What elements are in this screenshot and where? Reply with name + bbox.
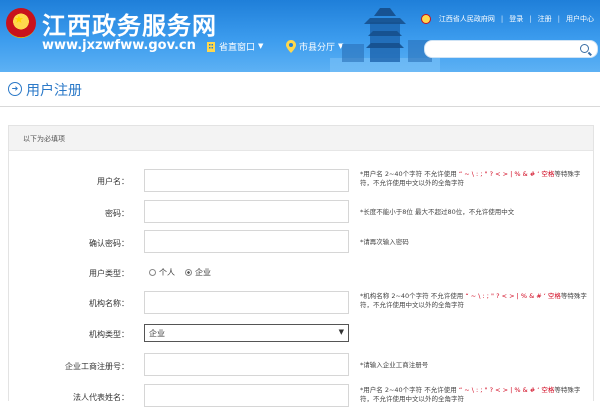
org-type-select[interactable]: 企业 ▼ (144, 324, 349, 342)
radio-label-individual: 个人 (159, 268, 175, 277)
hint-special-chars: “ ~ \ : ; " ? < > | % & # ‘ 空格 (458, 386, 555, 394)
hint-special-chars: “ ~ \ : ; " ? < > | % & # ‘ 空格 (458, 170, 555, 178)
business-reg-number-label: 企业工商注册号： (65, 362, 129, 371)
user-center-link[interactable]: 用户中心 (566, 14, 594, 24)
password-label: 密码： (105, 209, 129, 218)
hint-text: *机构名称 2~40个字符 不允许使用 (360, 292, 466, 300)
org-name-field[interactable] (144, 291, 349, 314)
radio-selected-icon[interactable] (185, 269, 192, 276)
national-emblem-icon: ★ (6, 8, 36, 38)
login-link[interactable]: 登录 (509, 14, 523, 24)
business-reg-number-field[interactable] (144, 353, 349, 376)
legal-rep-name-field[interactable] (144, 384, 349, 407)
page-title-bar: ➜ 用户注册 (0, 78, 600, 107)
password-hint: *长度不能小于8位 最大不超过80位，不允许使用中文 (360, 208, 590, 217)
org-type-value: 企业 (149, 329, 165, 338)
tengwang-pavilion-illustration (330, 8, 440, 72)
search-input[interactable] (424, 40, 598, 58)
nav-provincial-window-label: 省直窗口 (219, 42, 256, 53)
page-title: 用户注册 (26, 83, 82, 99)
business-reg-number-hint: *请输入企业工商注册号 (360, 361, 590, 370)
username-label: 用户名： (97, 177, 129, 186)
site-name[interactable]: 江西政务服务网 (42, 6, 217, 41)
star-icon: ★ (14, 13, 24, 26)
org-type-label: 机构类型： (89, 330, 129, 339)
location-pin-icon (286, 39, 296, 53)
required-section-label: 以下为必填项 (23, 135, 65, 143)
divider: | (500, 15, 504, 23)
org-name-label: 机构名称： (89, 299, 129, 308)
hint-text: *请输入企业工商注册号 (360, 361, 429, 369)
confirm-password-hint: *请再次输入密码 (360, 238, 590, 247)
hint-text: *用户名 2~40个字符 不允许使用 (360, 170, 459, 178)
username-hint: *用户名 2~40个字符 不允许使用 “ ~ \ : ; " ? < > | %… (360, 170, 590, 188)
building-icon (207, 41, 215, 52)
divider: | (529, 15, 532, 23)
confirm-password-label: 确认密码： (89, 239, 129, 248)
search-icon[interactable] (580, 44, 589, 53)
arrow-right-circle-icon: ➜ (8, 82, 22, 96)
hint-special-chars: “ ~ \ : ; " ? < > | % & # ‘ 空格 (465, 292, 561, 300)
site-url[interactable]: www.jxzwfww.gov.cn (42, 38, 196, 53)
site-header: ★ 江西政务服务网 www.jxzwfww.gov.cn 省直窗口 ▼ 市县分厅… (0, 0, 600, 72)
password-field[interactable] (144, 200, 349, 223)
legal-rep-name-label: 法人代表姓名： (73, 393, 129, 402)
org-name-hint: *机构名称 2~40个字符 不允许使用 “ ~ \ : ; " ? < > | … (360, 292, 590, 310)
radio-enterprise[interactable]: 企业 (185, 267, 211, 278)
hint-text: *长度不能小于8位 最大不超过80位，不允许使用中文 (360, 208, 515, 216)
confirm-password-field[interactable] (144, 230, 349, 253)
section-header: 以下为必填项 (9, 126, 593, 151)
radio-individual[interactable]: 个人 (149, 267, 175, 278)
top-links: 江西省人民政府网 | 登录 | 注册 | 用户中心 (420, 14, 594, 24)
user-type-radio-group: 个人 企业 (149, 267, 211, 278)
user-type-label: 用户类型： (89, 269, 129, 278)
radio-label-enterprise: 企业 (195, 268, 211, 277)
nav-provincial-window[interactable]: 省直窗口 ▼ (206, 38, 263, 54)
radio-icon[interactable] (149, 269, 156, 276)
username-field[interactable] (144, 169, 349, 192)
gov-portal-link[interactable]: 江西省人民政府网 (439, 14, 495, 24)
registration-form: 以下为必填项 用户名： *用户名 2~40个字符 不允许使用 “ ~ \ : ;… (8, 125, 594, 407)
hint-text: *请再次输入密码 (360, 238, 409, 246)
chevron-down-icon[interactable]: ▼ (339, 328, 344, 336)
divider: | (557, 15, 560, 23)
hint-text: *用户名 2~40个字符 不允许使用 (360, 386, 459, 394)
gov-emblem-icon (420, 14, 431, 24)
register-link[interactable]: 注册 (538, 14, 552, 24)
chevron-down-icon: ▼ (258, 42, 264, 50)
legal-rep-name-hint: *用户名 2~40个字符 不允许使用 “ ~ \ : ; " ? < > | %… (360, 386, 590, 404)
